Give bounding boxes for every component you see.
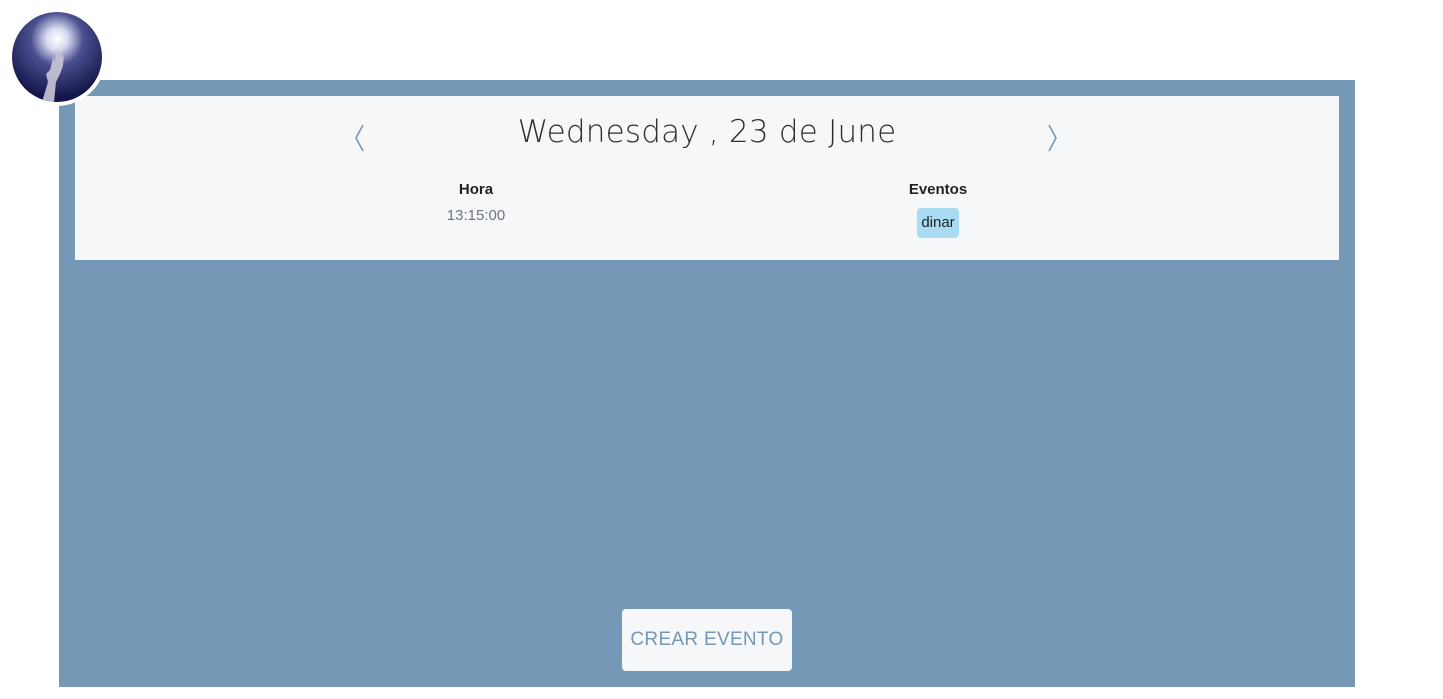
eventos-column-header: Eventos	[908, 181, 968, 198]
next-day-button[interactable]	[1043, 122, 1063, 154]
event-time: 13:15:00	[446, 207, 506, 224]
user-avatar[interactable]	[8, 8, 106, 106]
chevron-right-icon	[1048, 124, 1057, 152]
app-page: Wednesday , 23 de June Hora Eventos 13:1…	[0, 0, 1443, 699]
date-title: Wednesday , 23 de June	[517, 114, 897, 150]
main-panel: Wednesday , 23 de June Hora Eventos 13:1…	[59, 80, 1355, 687]
hora-column-header: Hora	[458, 181, 494, 198]
event-badge[interactable]: dinar	[917, 208, 959, 238]
avatar-image	[12, 12, 102, 102]
create-event-button[interactable]: CREAR EVENTO	[622, 609, 792, 671]
hand-light-icon	[12, 12, 102, 102]
day-schedule-card: Wednesday , 23 de June Hora Eventos 13:1…	[75, 96, 1339, 260]
